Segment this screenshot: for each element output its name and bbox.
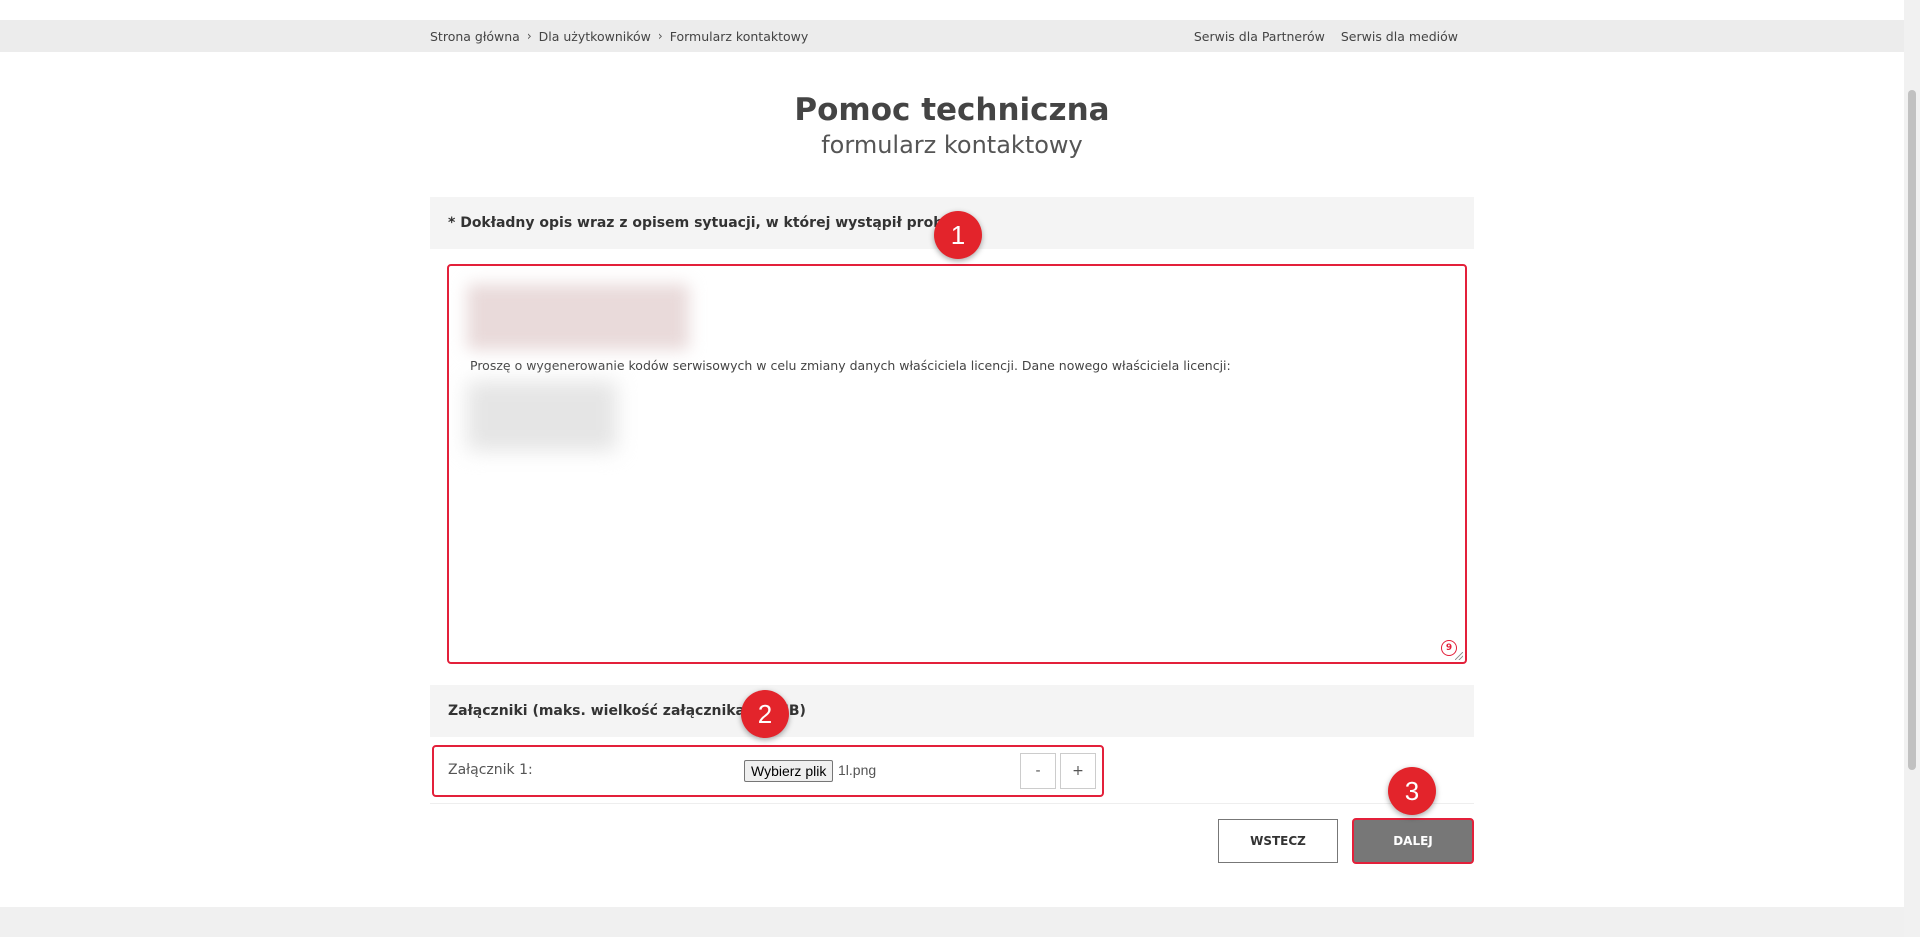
description-label: * Dokładny opis wraz z opisem sytuacji, … (448, 215, 973, 231)
next-button[interactable]: DALEJ (1352, 818, 1474, 864)
chevron-right-icon: › (526, 29, 532, 43)
scrollbar[interactable] (1904, 0, 1920, 937)
scrollbar-thumb[interactable] (1908, 90, 1916, 770)
divider (430, 803, 1474, 804)
breadcrumb-contact-form: Formularz kontaktowy (669, 28, 809, 44)
attachments-section-header: Załączniki (maks. wielkość załącznika: 2… (430, 685, 1474, 737)
blurred-content (467, 284, 689, 350)
description-textarea[interactable]: Proszę o wygenerowanie kodów serwisowych… (447, 264, 1467, 664)
blurred-content (467, 381, 617, 451)
media-link[interactable]: Serwis dla mediów (1341, 29, 1458, 44)
back-button[interactable]: WSTECZ (1218, 819, 1338, 863)
annotation-marker-2: 2 (741, 690, 789, 738)
breadcrumb-users[interactable]: Dla użytkowników (539, 29, 651, 44)
page-title: Pomoc techniczna (794, 92, 1110, 128)
page-subtitle: formularz kontaktowy (821, 131, 1083, 159)
remove-attachment-button[interactable]: - (1020, 753, 1056, 789)
choose-file-button[interactable]: Wybierz plik (744, 760, 834, 782)
file-name: 1l.png (838, 762, 877, 778)
add-attachment-button[interactable]: + (1060, 753, 1096, 789)
chevron-right-icon: › (657, 29, 663, 43)
attachment-row: Załącznik 1: Wybierz plik 1l.png - + (432, 745, 1104, 797)
breadcrumb: Strona główna › Dla użytkowników › Formu… (430, 20, 808, 52)
footer-strip (0, 907, 1904, 937)
annotation-marker-1: 1 (934, 211, 982, 259)
top-bar: Strona główna › Dla użytkowników › Formu… (0, 20, 1904, 52)
partners-link[interactable]: Serwis dla Partnerów (1194, 29, 1325, 44)
annotation-marker-3: 3 (1388, 767, 1436, 815)
breadcrumb-home[interactable]: Strona główna (430, 29, 520, 44)
top-links: Serwis dla Partnerów Serwis dla mediów (1178, 20, 1458, 52)
resize-handle-icon[interactable] (1455, 652, 1463, 660)
attachment-label: Załącznik 1: (448, 762, 533, 778)
description-text: Proszę o wygenerowanie kodów serwisowych… (470, 358, 1231, 373)
